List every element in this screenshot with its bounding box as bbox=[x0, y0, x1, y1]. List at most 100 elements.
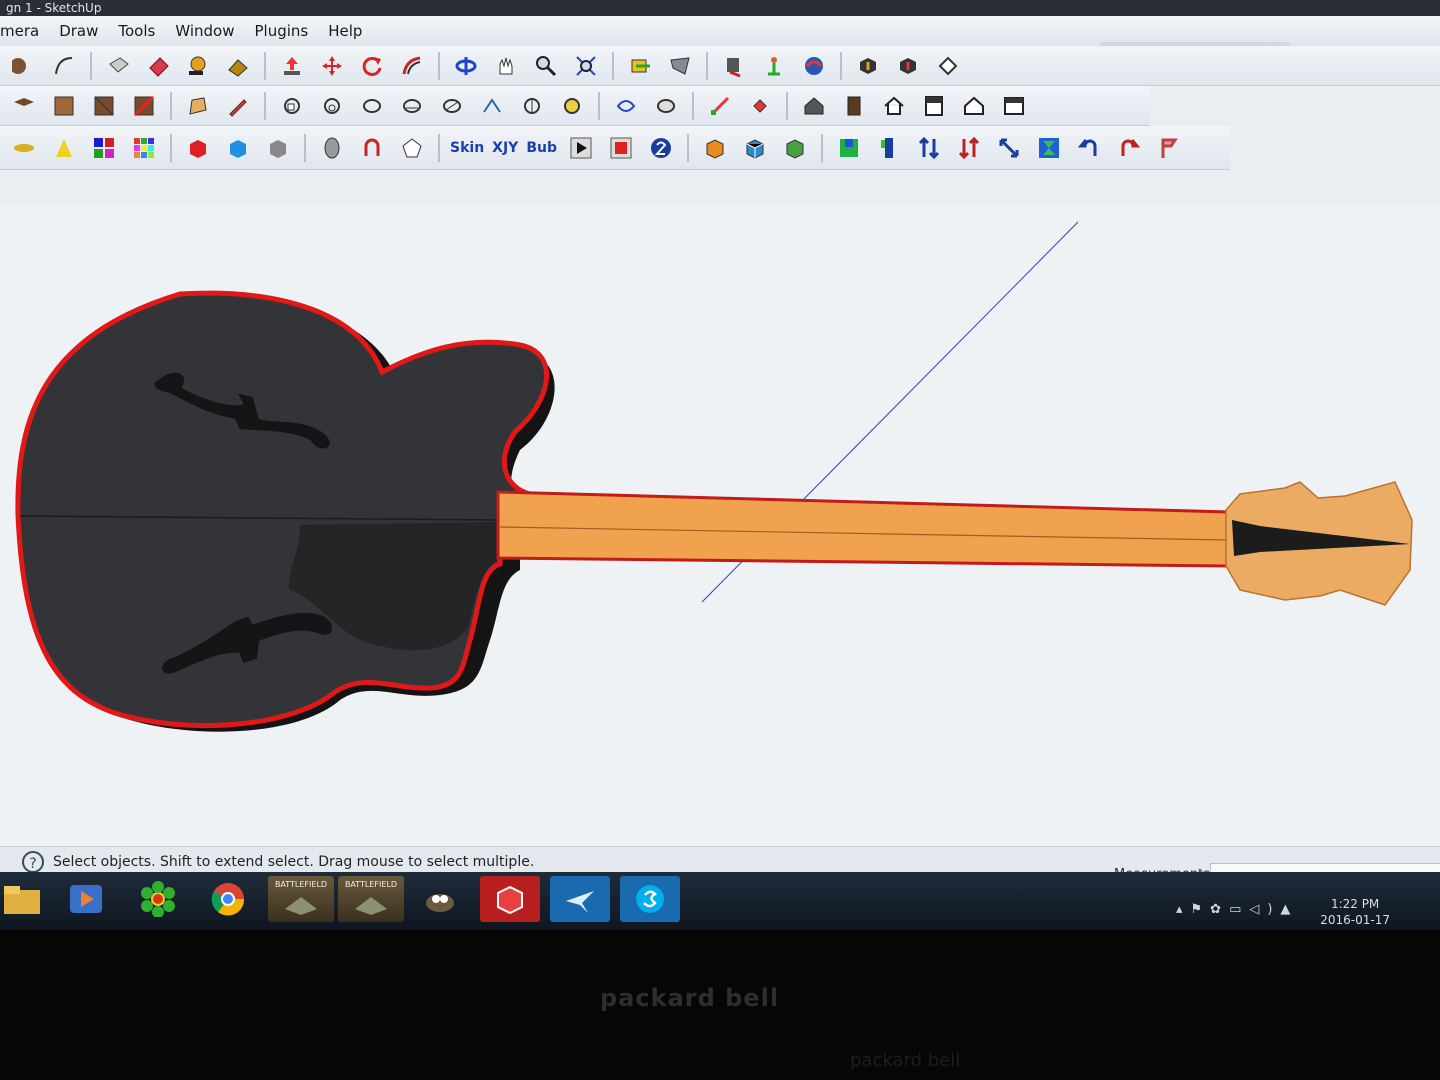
red-cube-icon[interactable] bbox=[183, 133, 213, 163]
pan-icon[interactable] bbox=[491, 51, 521, 81]
move-icon[interactable] bbox=[317, 51, 347, 81]
gimp-icon[interactable] bbox=[410, 876, 470, 922]
arc-icon[interactable] bbox=[49, 51, 79, 81]
tool-2-icon[interactable] bbox=[317, 91, 347, 121]
menu-draw[interactable]: Draw bbox=[59, 22, 98, 40]
scale-arrow-icon[interactable] bbox=[994, 133, 1024, 163]
tool-9-icon[interactable] bbox=[611, 91, 641, 121]
polyhedron-icon[interactable] bbox=[397, 133, 427, 163]
green-cube-icon[interactable] bbox=[780, 133, 810, 163]
material-icon[interactable] bbox=[89, 91, 119, 121]
position-camera-icon[interactable] bbox=[759, 51, 789, 81]
flag-icon[interactable] bbox=[874, 133, 904, 163]
section-icon[interactable] bbox=[625, 51, 655, 81]
toolbar-separator bbox=[438, 51, 440, 80]
xjy-button[interactable]: XJY bbox=[492, 140, 518, 156]
axes-icon[interactable] bbox=[9, 133, 39, 163]
tool-12-icon[interactable] bbox=[745, 91, 775, 121]
shape-icon[interactable] bbox=[183, 91, 213, 121]
component-icon[interactable] bbox=[933, 51, 963, 81]
toolbar-row-c: Skin XJY Bub bbox=[0, 126, 1230, 170]
number-two-icon[interactable] bbox=[646, 133, 676, 163]
swap-arrows-icon[interactable] bbox=[914, 133, 944, 163]
tool-7-icon[interactable] bbox=[517, 91, 547, 121]
wall-icon[interactable] bbox=[999, 91, 1029, 121]
grid-colors-icon[interactable] bbox=[129, 133, 159, 163]
battlefield-icon[interactable]: BATTLEFIELD bbox=[268, 876, 334, 922]
previous-view-icon[interactable] bbox=[665, 51, 695, 81]
paint-roller-icon[interactable] bbox=[223, 51, 253, 81]
menu-plugins[interactable]: Plugins bbox=[255, 22, 309, 40]
model-viewport[interactable] bbox=[0, 206, 1440, 846]
rotate-icon[interactable] bbox=[357, 51, 387, 81]
hourglass-icon[interactable] bbox=[1034, 133, 1064, 163]
bub-button[interactable]: Bub bbox=[526, 140, 557, 156]
door-icon[interactable] bbox=[839, 91, 869, 121]
palette-icon[interactable] bbox=[89, 133, 119, 163]
cone-icon[interactable] bbox=[49, 133, 79, 163]
texture-icon[interactable] bbox=[49, 91, 79, 121]
house-icon[interactable] bbox=[799, 91, 829, 121]
undo-arrow-icon[interactable] bbox=[1074, 133, 1104, 163]
get-models-icon[interactable] bbox=[853, 51, 883, 81]
sliced-cube-icon[interactable] bbox=[740, 133, 770, 163]
toolbar-separator bbox=[820, 133, 823, 162]
red-flag-icon[interactable] bbox=[1154, 133, 1184, 163]
circle-icon[interactable] bbox=[9, 51, 39, 81]
pencil-icon[interactable] bbox=[223, 91, 253, 121]
tool-8-icon[interactable] bbox=[557, 91, 587, 121]
toolbar-separator bbox=[304, 133, 306, 162]
toolbar-row-b bbox=[0, 86, 1150, 126]
icq-icon[interactable] bbox=[128, 876, 188, 922]
tape-measure-icon[interactable] bbox=[183, 51, 213, 81]
down-up-arrows-icon[interactable] bbox=[954, 133, 984, 163]
tool-4-icon[interactable] bbox=[397, 91, 427, 121]
menu-window[interactable]: Window bbox=[175, 22, 234, 40]
walk-icon[interactable] bbox=[719, 51, 749, 81]
folder-icon[interactable] bbox=[0, 876, 52, 922]
eraser-box-icon[interactable] bbox=[103, 51, 133, 81]
tool-6-icon[interactable] bbox=[477, 91, 507, 121]
roof-icon[interactable] bbox=[959, 91, 989, 121]
clock[interactable]: 1:22 PM 2016-01-17 bbox=[1320, 896, 1390, 928]
grey-cube-icon[interactable] bbox=[263, 133, 293, 163]
share-model-icon[interactable] bbox=[893, 51, 923, 81]
orange-cube-icon[interactable] bbox=[700, 133, 730, 163]
look-around-icon[interactable] bbox=[799, 51, 829, 81]
skype-icon[interactable] bbox=[620, 876, 680, 922]
tool-3-icon[interactable] bbox=[357, 91, 387, 121]
tool-11-icon[interactable] bbox=[705, 91, 735, 121]
redo-arrow-icon[interactable] bbox=[1114, 133, 1144, 163]
paint-bucket-icon[interactable] bbox=[143, 51, 173, 81]
window-icon[interactable] bbox=[919, 91, 949, 121]
battlefield-icon[interactable]: BATTLEFIELD bbox=[338, 876, 404, 922]
tool-5-icon[interactable] bbox=[437, 91, 467, 121]
skin-button[interactable]: Skin bbox=[450, 140, 484, 156]
texture-cube-icon[interactable] bbox=[834, 133, 864, 163]
help-icon[interactable]: ? bbox=[22, 851, 44, 873]
tool-1-icon[interactable] bbox=[277, 91, 307, 121]
follow-me-icon[interactable] bbox=[397, 51, 427, 81]
menu-camera[interactable]: mera bbox=[0, 22, 39, 40]
barrel-icon[interactable] bbox=[317, 133, 347, 163]
media-player-icon[interactable] bbox=[56, 876, 116, 922]
blue-cube-icon[interactable] bbox=[223, 133, 253, 163]
system-tray[interactable]: ▴⚑✿▭◁)▲ bbox=[1176, 902, 1298, 917]
zoom-icon[interactable] bbox=[531, 51, 561, 81]
flight-icon[interactable] bbox=[550, 876, 610, 922]
orbit-icon[interactable] bbox=[451, 51, 481, 81]
menu-tools[interactable]: Tools bbox=[118, 22, 155, 40]
play-icon[interactable] bbox=[566, 133, 596, 163]
push-pull-icon[interactable] bbox=[277, 51, 307, 81]
layers-icon[interactable] bbox=[9, 91, 39, 121]
sketchup-icon[interactable] bbox=[480, 876, 540, 922]
zoom-extents-icon[interactable] bbox=[571, 51, 601, 81]
magnet-icon[interactable] bbox=[357, 133, 387, 163]
chrome-icon[interactable] bbox=[198, 876, 258, 922]
menu-help[interactable]: Help bbox=[328, 22, 362, 40]
screen: gn 1 - SketchUp mera Draw Tools Window P… bbox=[0, 0, 1440, 930]
delete-material-icon[interactable] bbox=[129, 91, 159, 121]
stop-icon[interactable] bbox=[606, 133, 636, 163]
home-icon[interactable] bbox=[879, 91, 909, 121]
tool-10-icon[interactable] bbox=[651, 91, 681, 121]
